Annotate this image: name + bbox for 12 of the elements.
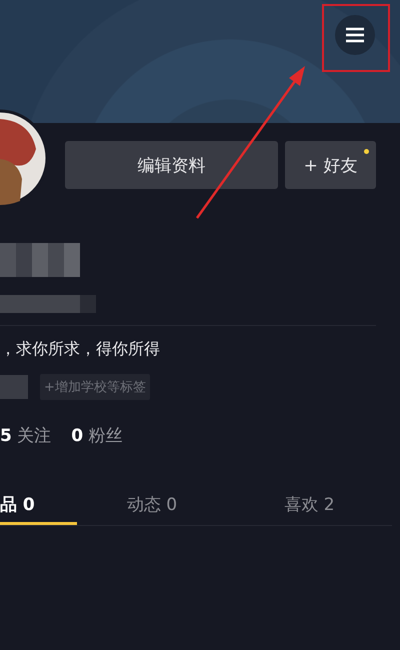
profile-tab[interactable]: 喜欢 2 xyxy=(227,487,392,525)
stat-count[interactable]: 0 粉丝 xyxy=(71,424,122,447)
annotation-box xyxy=(322,4,390,72)
bio-text: ，求你所求，得你所得 xyxy=(0,339,161,360)
menu-icon xyxy=(345,27,365,43)
menu-button[interactable] xyxy=(335,15,375,55)
profile-tab[interactable]: 动态 0 xyxy=(77,487,227,525)
stat-count[interactable]: 5 关注 xyxy=(0,424,52,447)
pixelated-tag xyxy=(0,375,28,399)
add-friend-button[interactable]: + 好友 xyxy=(285,141,376,189)
edit-profile-button[interactable]: 编辑资料 xyxy=(65,141,278,189)
profile-tab[interactable]: 品 0 xyxy=(0,487,77,525)
